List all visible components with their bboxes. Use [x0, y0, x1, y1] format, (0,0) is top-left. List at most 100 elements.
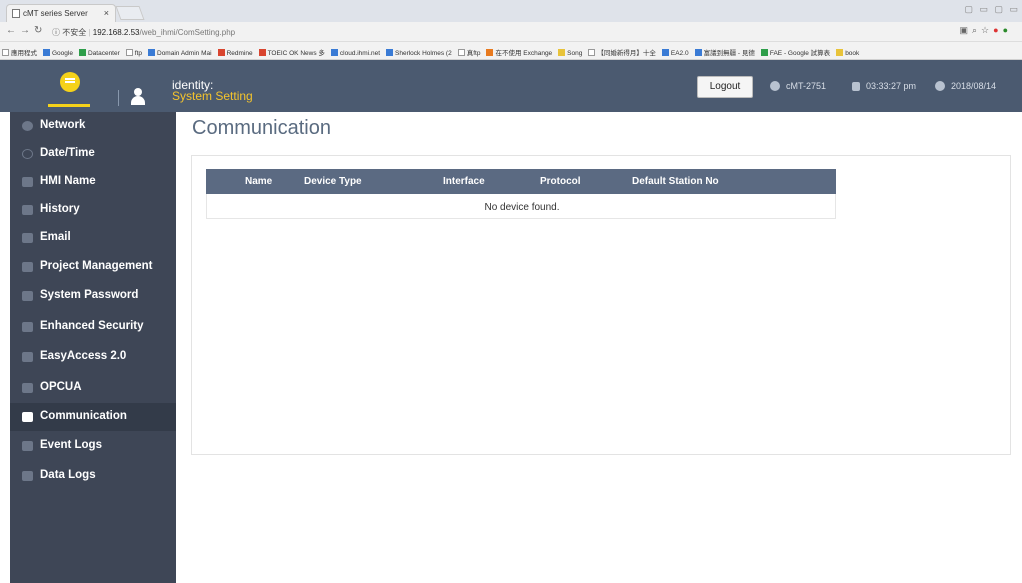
bookmark-item[interactable]: Domain Admin Mai	[148, 49, 212, 57]
folder-icon	[22, 262, 33, 272]
reload-icon[interactable]: ↻	[34, 25, 42, 36]
url-field[interactable]: ⓘ 不安全 | 192.168.2.53/web_ihmi/ComSetting…	[52, 25, 932, 39]
browser-extension-icons[interactable]: ▣⌕☆●●	[959, 25, 1012, 36]
calendar-icon	[935, 81, 945, 91]
event-log-icon	[22, 441, 33, 451]
bookmark-item[interactable]: Datacenter	[78, 49, 120, 57]
url-host: 192.168.2.53	[92, 28, 140, 37]
bookmark-label: Song	[567, 50, 583, 57]
model-info: cMT-2751	[770, 81, 826, 91]
sidebar-item-data-logs[interactable]: Data Logs	[10, 462, 176, 490]
bookmark-icon	[386, 49, 393, 56]
bookmark-item[interactable]: 【同婚新得月】十全	[588, 47, 656, 57]
bookmark-icon	[148, 49, 155, 56]
table-row: No device found.	[206, 194, 836, 219]
bookmark-item[interactable]: ftp	[125, 49, 142, 57]
sidebar-item-project-management[interactable]: Project Management	[10, 253, 176, 281]
bookmark-item[interactable]: 真ftp	[457, 47, 481, 57]
bookmark-label: 在不使用 Exchange	[495, 50, 553, 57]
bookmark-label: Redmine	[226, 50, 253, 57]
bookmark-label: Domain Admin Mai	[157, 50, 212, 57]
bookmark-item[interactable]: Sherlock Holmes (2	[386, 49, 452, 57]
sidebar-item-label: Email	[40, 231, 71, 243]
bookmark-item[interactable]: 應用程式	[2, 47, 37, 57]
sidebar: Network Date/Time HMI Name History Email Proj…	[10, 112, 176, 583]
bookmark-icon	[125, 49, 133, 56]
bookmark-label: EA2.0	[670, 50, 689, 57]
clock-icon	[852, 82, 860, 91]
bookmark-icon	[588, 49, 596, 56]
sidebar-item-date-time[interactable]: Date/Time	[10, 140, 176, 168]
sidebar-item-hmi-name[interactable]: HMI Name	[10, 168, 176, 196]
sidebar-item-easyaccess-2-0[interactable]: EasyAccess 2.0	[10, 343, 176, 371]
current-date: 2018/08/14	[951, 81, 997, 91]
sidebar-item-system-password[interactable]: System Password	[10, 282, 176, 310]
sidebar-item-label: Date/Time	[40, 147, 95, 159]
document-icon	[22, 205, 33, 215]
bookmark-label: Datacenter	[87, 50, 120, 57]
clock-icon	[22, 149, 33, 159]
column-header[interactable]: Interface	[443, 176, 485, 187]
bookmark-label: 富議到無疆 - 見德	[703, 50, 755, 57]
translate-icon[interactable]: ▣	[959, 25, 972, 35]
new-tab-button[interactable]	[115, 6, 145, 20]
sidebar-item-label: OPCUA	[40, 381, 82, 393]
bookmark-icon	[2, 49, 9, 56]
sidebar-item-communication[interactable]: Communication	[10, 403, 176, 431]
bookmark-item[interactable]: book	[836, 49, 859, 57]
forward-icon[interactable]: →	[20, 25, 30, 36]
bookmark-item[interactable]: TOEIC OK News 多	[258, 47, 325, 57]
column-header[interactable]: Name	[245, 176, 272, 187]
sidebar-item-label: Event Logs	[40, 439, 102, 451]
zoom-icon[interactable]: ⌕	[972, 25, 981, 35]
extension-icon[interactable]: ●	[993, 25, 1002, 35]
divider	[118, 90, 119, 106]
sidebar-item-enhanced-security[interactable]: Enhanced Security	[10, 313, 176, 341]
sidebar-item-label: Project Management	[40, 260, 153, 272]
close-tab-icon[interactable]: ×	[104, 8, 109, 18]
bookmark-item[interactable]: Song	[558, 49, 582, 57]
bookmark-item[interactable]: 在不使用 Exchange	[486, 47, 552, 57]
model-name: cMT-2751	[786, 81, 827, 91]
bookmark-label: 真ftp	[466, 50, 481, 57]
pencil-icon	[22, 177, 33, 187]
browser-tab[interactable]: cMT series Server ×	[6, 4, 116, 22]
sidebar-item-label: Data Logs	[40, 469, 96, 481]
bookmark-item[interactable]: EA2.0	[661, 49, 689, 57]
sidebar-item-event-logs[interactable]: Event Logs	[10, 432, 176, 460]
bookmark-item[interactable]: cloud.ihmi.net	[330, 49, 380, 57]
sidebar-item-opcua[interactable]: OPCUA	[10, 374, 176, 402]
sidebar-item-label: Communication	[40, 410, 127, 422]
sidebar-item-email[interactable]: Email	[10, 224, 176, 252]
logout-button[interactable]: Logout	[697, 76, 753, 98]
star-icon[interactable]: ☆	[981, 25, 993, 35]
sidebar-item-label: EasyAccess 2.0	[40, 350, 127, 362]
bookmark-item[interactable]: Redmine	[217, 49, 253, 57]
sidebar-item-network[interactable]: Network	[10, 112, 176, 140]
bookmark-icon	[330, 49, 338, 56]
column-header[interactable]: Device Type	[304, 176, 362, 187]
bookmark-item[interactable]: FAE - Google 試算表	[760, 47, 830, 57]
date-info: 2018/08/14	[935, 81, 996, 91]
column-header[interactable]: Default Station No	[632, 176, 719, 187]
bookmark-label: 應用程式	[11, 50, 37, 57]
window-controls[interactable]: ▢ ▭ ▢ ▭	[964, 4, 1020, 15]
page-title: Communication	[192, 117, 331, 139]
bookmark-item[interactable]: Google	[43, 49, 73, 57]
extension-icon[interactable]: ●	[1003, 25, 1012, 35]
column-header[interactable]: Protocol	[540, 176, 581, 187]
sidebar-item-history[interactable]: History	[10, 196, 176, 224]
info-icon: ⓘ	[52, 28, 60, 37]
bookmark-icon	[760, 49, 768, 56]
bookmarks-bar: 應用程式 Google Datacenter ftp Domain Admin Mai R…	[0, 42, 1022, 60]
bookmark-item[interactable]: 富議到無疆 - 見德	[694, 47, 755, 57]
bookmark-label: 【同婚新得月】十全	[597, 50, 656, 57]
globe-icon	[22, 121, 33, 131]
sidebar-item-label: Network	[40, 119, 86, 131]
page-icon	[12, 9, 20, 18]
sidebar-item-label: History	[40, 203, 80, 215]
identity-block: identity: System Setting	[172, 79, 253, 102]
back-icon[interactable]: ←	[6, 25, 16, 36]
menu-icon[interactable]	[60, 72, 80, 92]
bookmark-icon	[457, 49, 465, 56]
